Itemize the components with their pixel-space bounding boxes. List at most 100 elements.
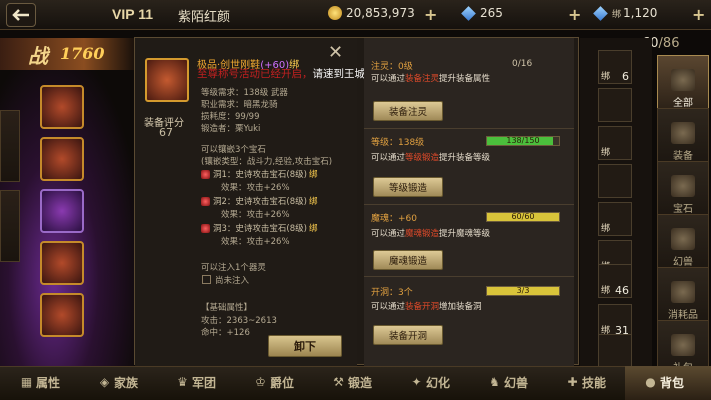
inventory-slot[interactable] (598, 164, 632, 198)
equip-slot-belt[interactable] (40, 241, 84, 285)
level-forge-button[interactable]: 等级锻造 (373, 177, 443, 197)
tab-gems[interactable]: 宝石 (657, 161, 709, 219)
add-diamond-button[interactable]: + (568, 5, 581, 24)
unload-button[interactable]: 卸下 (268, 335, 342, 357)
nav-forge[interactable]: ⚒ 锻造 (332, 374, 372, 391)
gem-slot-3: 洞3：史诗攻击宝石(8级) 绑 (201, 222, 317, 234)
socket-desc: 可以通过装备开洞增加装备洞 (371, 300, 482, 312)
gold-coin-icon (328, 6, 342, 20)
add-bound-diamond-button[interactable]: + (692, 5, 705, 24)
inventory-slot[interactable]: 绑 (598, 126, 632, 160)
soul-title: 魔魂：+60 (371, 214, 417, 224)
spirit-inject-button[interactable]: 装备注灵 (373, 101, 443, 121)
desc-pre: 可以通过 (371, 229, 406, 239)
inventory-slot[interactable]: 绑6 (598, 50, 632, 84)
bound-diamond-amount: 1,120 (623, 6, 658, 20)
desc-highlight: 装备开洞 (405, 302, 440, 312)
beast-icon: ♞ (489, 375, 500, 389)
nav-skill[interactable]: ✚ 技能 (566, 374, 606, 391)
desc-post: 提升魔魂等级 (439, 229, 491, 239)
gem-slot-label: 洞1：史诗攻击宝石(8级) (213, 170, 307, 180)
tab-consumables[interactable]: 消耗品 (657, 267, 709, 325)
desc-pre: 可以通过 (371, 74, 406, 84)
inventory-slot[interactable] (598, 88, 632, 122)
crown-icon: ♔ (255, 375, 266, 389)
inventory-slot[interactable]: 绑 46 (598, 264, 632, 298)
inventory-slot[interactable]: 绑 31 (598, 304, 632, 338)
tab-equipment[interactable]: 装备 (657, 108, 709, 166)
add-gold-button[interactable]: + (424, 5, 437, 24)
gold-display: 20,853,973 (328, 6, 415, 20)
forge-icon: ⚒ (333, 375, 344, 389)
back-button[interactable] (6, 3, 36, 27)
bound-tag: 绑 (612, 9, 622, 20)
nav-title[interactable]: ♔ 爵位 (254, 374, 294, 391)
soul-progress-bar: 60/60 (486, 212, 560, 222)
left-side-tab-2[interactable] (0, 190, 20, 262)
tab-label: 消耗品 (668, 310, 698, 321)
soul-desc: 可以通过魔魂锻造提升魔魂等级 (371, 227, 490, 239)
equip-slot-armor[interactable] (40, 137, 84, 181)
gem-bind-tag: 绑 (308, 224, 318, 234)
power-value: 1760 (60, 44, 105, 63)
legion-icon: ♛ (177, 375, 188, 389)
diamond-icon (461, 5, 476, 21)
spirit-slot-icon (202, 275, 211, 284)
sword-icon (671, 122, 695, 144)
bound-diamond-icon (593, 5, 608, 21)
desc-post: 提升装备等级 (439, 153, 491, 163)
level-progress-text: 138/150 (506, 136, 540, 145)
transform-icon: ✦ (411, 375, 422, 389)
left-side-tab-1[interactable] (0, 110, 20, 182)
nav-attributes[interactable]: ▦ 属性 (20, 374, 60, 391)
chest-icon (671, 69, 695, 91)
nav-label: 技能 (582, 376, 607, 390)
nav-legion[interactable]: ♛ 军团 (176, 374, 216, 391)
top-bar: VIP 11 紫陌红颜 20,853,973 + 265 + 绑 1,120 + (0, 0, 711, 30)
nav-label: 爵位 (270, 376, 295, 390)
level-desc: 可以通过等级锻造提升装备等级 (371, 151, 490, 163)
socket-open-button[interactable]: 装备开洞 (373, 325, 443, 345)
inventory-slot[interactable]: 绑 (598, 202, 632, 236)
equip-slot-boots[interactable] (40, 293, 84, 337)
score-value: 67 (159, 126, 173, 139)
nav-bag[interactable]: ● 背包 (644, 374, 684, 391)
gem-intro: 可以镶嵌3个宝石 (201, 145, 266, 155)
nav-label: 锻造 (348, 376, 373, 390)
giftbag-icon (671, 334, 695, 356)
attr-line: 职业需求：暗黑龙骑 (201, 100, 278, 110)
attr-line: 锻造者：栗Yuki (201, 124, 261, 134)
nav-family[interactable]: ◈ 家族 (98, 374, 138, 391)
gem-effect: 效果：攻击+26% (221, 237, 290, 247)
tab-all[interactable]: 全部 (657, 55, 709, 113)
bind-tag: 绑 (601, 224, 611, 234)
power-label: 战 (28, 44, 48, 68)
attack-attr: 攻击：2363~2613 (201, 316, 277, 326)
skill-icon: ✚ (567, 375, 578, 389)
tab-beasts[interactable]: 幻兽 (657, 214, 709, 272)
bag-icon: ● (645, 375, 656, 389)
gem-effect: 效果：攻击+26% (221, 210, 290, 220)
bind-tag: 绑 (601, 286, 611, 296)
nav-transform[interactable]: ✦ 幻化 (410, 374, 450, 391)
spirit-progress-text: 0/16 (512, 59, 533, 69)
equip-slot-weapon[interactable] (40, 189, 84, 233)
divider (364, 204, 574, 205)
gem-bind-tag: 绑 (308, 197, 318, 207)
desc-pre: 可以通过 (371, 302, 406, 312)
equip-slot-helmet[interactable] (40, 85, 84, 129)
bag-category-tabs: 全部 装备 宝石 幻兽 消耗品 礼包 (655, 55, 711, 378)
divider (364, 128, 574, 129)
nav-beast[interactable]: ♞ 幻兽 (488, 374, 528, 391)
nav-label: 幻兽 (504, 376, 529, 390)
potion-icon (671, 281, 695, 303)
inventory-slot[interactable] (598, 334, 632, 368)
gem-types: (镶嵌类型：战斗力,经验,攻击宝石) (201, 157, 333, 167)
divider (364, 276, 574, 277)
soul-forge-button[interactable]: 魔魂锻造 (373, 250, 443, 270)
gem-bind-tag: 绑 (308, 170, 318, 180)
soul-progress-text: 60/60 (511, 212, 535, 221)
family-icon: ◈ (99, 375, 110, 389)
gem-slot-label: 洞2：史诗攻击宝石(8级) (213, 197, 307, 207)
close-icon[interactable]: ✕ (328, 42, 343, 63)
